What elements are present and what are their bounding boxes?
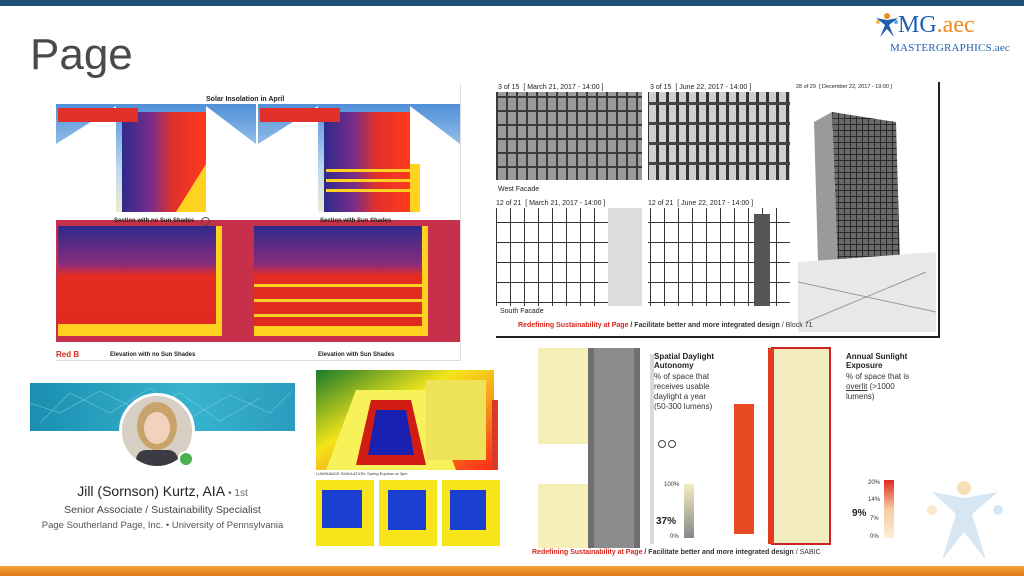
frame-counter-4: 12 of 21	[496, 200, 522, 207]
south-facade-label: South Facade	[500, 308, 544, 315]
online-status-dot	[178, 451, 194, 467]
decorative-star-icon	[927, 481, 1003, 560]
sda-description: % of space that receives usable daylight…	[654, 372, 713, 411]
profile-org: Page Southerland Page, Inc. • University…	[41, 520, 284, 531]
metrics-footer: Redefining Sustainability at Page / Faci…	[532, 549, 821, 556]
frame-label-2: 3 of 15 [ June 22, 2017 - 14:00 ]	[650, 84, 752, 91]
solar-insolation-panel: Solar Insolation in April Section with n…	[56, 84, 461, 361]
metrics-footer-bold: / Facilitate better and more integrated …	[642, 549, 794, 556]
sda-scale-top: 100%	[664, 482, 680, 488]
daylight-metrics-panel: Spatial Daylight Autonomy % of space tha…	[524, 344, 916, 560]
ase-desc-start: % of space that is	[846, 372, 910, 381]
frame-label-4: 12 of 21 [ March 21, 2017 - 14:00 ]	[496, 200, 606, 207]
frame-label-5: 12 of 21 [ June 22, 2017 - 14:00 ]	[648, 200, 754, 207]
metrics-footer-red: Redefining Sustainability at Page	[532, 549, 643, 556]
frame-counter-5: 12 of 21	[648, 200, 674, 207]
frame-label-1: 3 of 15 [ March 21, 2017 - 14:00 ]	[498, 84, 604, 91]
frame-date-3: [ December 22, 2017 - 19:00 ]	[818, 84, 893, 90]
insolation-label-1: Section with no Sun Shades	[114, 218, 195, 224]
frame-counter-1: 3 of 15	[498, 84, 520, 91]
logo-wordmark: MG.aec	[898, 12, 975, 39]
marker-circle-2	[668, 440, 676, 448]
insolation-corner-label: Red B	[56, 350, 80, 359]
daylight-footer-tail: / Block 71	[779, 322, 813, 329]
daylight-footer-bold: / Facilitate better and more integrated …	[628, 322, 780, 329]
ase-tick-20: 20%	[868, 480, 881, 486]
insolation-title: Solar Insolation in April	[206, 96, 285, 103]
sda-value: 37%	[656, 516, 677, 527]
insolation-label-4: Elevation with Sun Shades	[318, 352, 395, 358]
ase-scale-bar	[884, 480, 894, 538]
profile-role: Senior Associate / Sustainability Specia…	[64, 504, 261, 516]
sda-scale-bar	[684, 484, 694, 538]
frame-counter-2: 3 of 15	[650, 84, 672, 91]
ase-title: Annual Sunlight Exposure	[846, 352, 908, 370]
bottom-accent-bar	[0, 566, 1024, 576]
ase-tick-14: 14%	[868, 497, 881, 503]
metrics-footer-tail: / SABIC	[793, 549, 821, 556]
facade-renders	[496, 92, 937, 332]
insolation-label-2: Section with Sun Shades	[320, 218, 392, 224]
ase-value: 9%	[852, 508, 867, 519]
luminance-render-panel: LUMINANCE SIMULATION: Spring Equinox at …	[316, 370, 500, 547]
logo-suffix: .aec	[936, 12, 975, 38]
daylight-footer-red: Redefining Sustainability at Page	[518, 322, 629, 329]
frame-date-4: [ March 21, 2017 - 14:00 ]	[525, 200, 606, 207]
sda-scale-bottom: 0%	[670, 534, 679, 540]
render-caption: LUMINANCE SIMULATION: Spring Equinox at …	[316, 471, 408, 476]
logo-brand: MG	[898, 12, 937, 38]
daylight-studies-panel: 3 of 15 [ March 21, 2017 - 14:00 ] 3 of …	[496, 82, 940, 338]
logo-tagline: MASTERGRAPHICS.aec	[890, 42, 1011, 54]
frame-date-5: [ June 22, 2017 - 14:00 ]	[677, 200, 754, 207]
luminance-renders	[316, 370, 500, 546]
insolation-diagrams	[56, 104, 460, 360]
profile-name-text: Jill (Sornson) Kurtz, AIA	[77, 483, 225, 499]
sda-title: Spatial Daylight Autonomy	[654, 352, 715, 370]
ase-tick-7: 7%	[870, 516, 879, 522]
profile-card: Jill (Sornson) Kurtz, AIA • 1st Senior A…	[29, 383, 295, 548]
top-accent-bar	[0, 0, 1024, 6]
frame-counter-3: 28 of 29	[796, 84, 816, 90]
west-facade-label: West Facade	[498, 186, 540, 193]
ase-desc-underlined: overlit	[846, 382, 868, 391]
profile-name: Jill (Sornson) Kurtz, AIA • 1st	[30, 483, 295, 499]
insolation-label-3: Elevation with no Sun Shades	[110, 352, 196, 358]
daylight-footer: Redefining Sustainability at Page / Faci…	[518, 322, 812, 329]
mastergraphics-logo: MG.aec MASTERGRAPHICS.aec	[872, 8, 1022, 68]
frame-date-2: [ June 22, 2017 - 14:00 ]	[675, 84, 752, 91]
cursor-circle	[201, 217, 210, 226]
slide-title: Page	[30, 30, 133, 79]
frame-label-3: 28 of 29 [ December 22, 2017 - 19:00 ]	[796, 84, 892, 90]
marker-circle-1	[658, 440, 666, 448]
ase-description: % of space that is overlit (>1000 lumens…	[846, 372, 912, 402]
ase-tick-0: 0%	[870, 534, 879, 540]
connection-degree: • 1st	[228, 488, 248, 499]
frame-date-1: [ March 21, 2017 - 14:00 ]	[523, 84, 604, 91]
